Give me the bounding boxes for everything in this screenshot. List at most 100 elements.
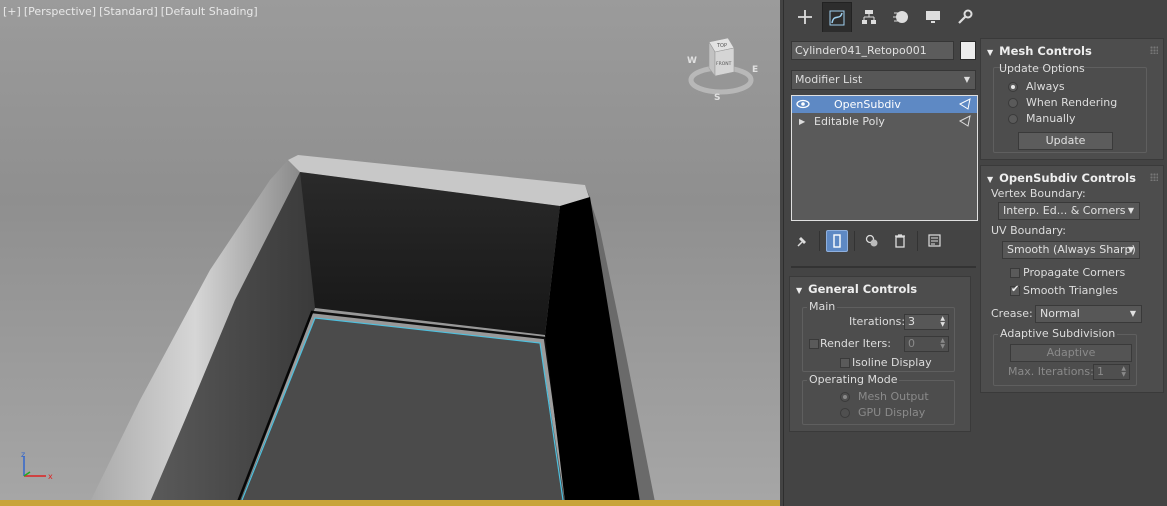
dropdown-arrow-icon: ▼ (1127, 206, 1134, 215)
group-label: Main (807, 300, 838, 313)
always-radio[interactable] (1008, 82, 1018, 92)
isoline-display-label: Isoline Display (852, 356, 932, 369)
command-panel: Cylinder041_Retopo001 Modifier List ▼ Op… (783, 0, 1167, 506)
rollout-header[interactable]: ▼ General Controls (796, 282, 917, 296)
vertex-boundary-value: Interp. Ed... & Corners (1003, 204, 1126, 217)
stack-item-label: Editable Poly (814, 115, 885, 128)
render-iters-value: 0 (908, 337, 915, 350)
axis-z-label: z (21, 452, 25, 459)
tab-motion[interactable] (886, 2, 916, 32)
smooth-triangles-checkbox[interactable] (1010, 284, 1020, 296)
hierarchy-icon (862, 10, 876, 24)
viewport-shading-label[interactable]: [Default Shading] (161, 5, 258, 18)
propagate-corners-checkbox[interactable] (1010, 268, 1020, 278)
modifier-stack[interactable]: OpenSubdiv ▶ Editable Poly (791, 95, 978, 221)
stack-item-editable-poly[interactable]: ▶ Editable Poly (792, 113, 977, 130)
gpu-display-label: GPU Display (858, 406, 926, 419)
smooth-triangles-label: Smooth Triangles (1023, 284, 1118, 297)
spinner-arrows-icon[interactable]: ▲ ▼ (940, 316, 945, 328)
dropdown-arrow-icon: ▼ (1127, 245, 1134, 254)
spinner-arrows-icon[interactable]: ▲ ▼ (1121, 366, 1126, 378)
make-unique-icon (865, 234, 878, 247)
crease-dropdown[interactable]: Normal ▼ (1035, 305, 1142, 323)
update-button[interactable]: Update (1018, 132, 1113, 150)
pushpin-icon (797, 237, 806, 247)
eye-icon[interactable] (796, 97, 810, 111)
make-unique-button[interactable] (861, 230, 883, 252)
configure-sets-button[interactable] (924, 230, 946, 252)
tab-hierarchy[interactable] (854, 2, 884, 32)
uv-boundary-dropdown[interactable]: Smooth (Always Sharp) ▼ (1002, 241, 1140, 259)
wrench-icon (958, 9, 973, 24)
gpu-display-radio[interactable] (840, 408, 850, 418)
vertex-boundary-label: Vertex Boundary: (991, 187, 1086, 200)
rollout-grip-icon[interactable] (1150, 173, 1158, 181)
modifier-list-label: Modifier List (795, 73, 863, 86)
operating-mode-group: Operating Mode Mesh Output GPU Display (802, 373, 955, 425)
command-panel-tabs (784, 0, 1167, 34)
isoline-display-checkbox[interactable] (840, 358, 850, 368)
general-controls-rollout: ▼ General Controls Main Iterations: 3 ▲ ▼ … (789, 276, 971, 432)
iterations-value: 3 (908, 315, 915, 328)
pin-stack-button[interactable] (791, 230, 813, 252)
viewport-menu-plus[interactable]: [+] (3, 5, 21, 18)
when-rendering-radio[interactable] (1008, 98, 1018, 108)
max-iterations-spinner[interactable]: 1 ▲ ▼ (1093, 364, 1130, 380)
manually-radio[interactable] (1008, 114, 1018, 124)
uv-boundary-value: Smooth (Always Sharp) (1007, 243, 1136, 256)
compass-s: S (714, 93, 720, 102)
adaptive-subdivision-group: Adaptive Subdivision Adaptive Max. Itera… (993, 327, 1137, 386)
pin-stack-icon[interactable] (959, 98, 971, 110)
show-end-result-button[interactable] (826, 230, 848, 252)
spinner-arrows-icon[interactable]: ▲ ▼ (940, 338, 945, 350)
pin-stack-icon[interactable] (959, 115, 971, 127)
stack-splitter[interactable] (791, 266, 976, 268)
tab-display[interactable] (918, 2, 948, 32)
iterations-spinner[interactable]: 3 ▲ ▼ (904, 314, 949, 330)
scene-render (90, 155, 655, 502)
viewcube[interactable]: TOP FRONT W E S (684, 32, 758, 102)
rollout-title: OpenSubdiv Controls (999, 171, 1136, 185)
propagate-corners-label: Propagate Corners (1023, 266, 1126, 279)
render-iters-checkbox[interactable] (809, 339, 819, 349)
viewport-view-label[interactable]: [Perspective] (24, 5, 96, 18)
tab-create[interactable] (790, 2, 820, 32)
configure-sets-icon (928, 234, 941, 247)
viewcube-front-label: FRONT (716, 61, 732, 67)
rollout-header[interactable]: ▼ Mesh Controls (987, 44, 1092, 58)
crease-label: Crease: (991, 307, 1033, 320)
vertex-boundary-dropdown[interactable]: Interp. Ed... & Corners ▼ (998, 202, 1140, 220)
when-rendering-label: When Rendering (1026, 96, 1118, 109)
toolbar-separator (854, 231, 855, 251)
mesh-output-radio[interactable] (840, 392, 850, 402)
render-iters-label: Render Iters: (820, 337, 891, 350)
active-viewport-border (0, 500, 780, 506)
dropdown-arrow-icon: ▼ (963, 75, 970, 84)
opensubdiv-controls-rollout: ▼ OpenSubdiv Controls Vertex Boundary: In… (980, 165, 1164, 393)
perspective-viewport[interactable]: [+] [Perspective] [Standard] [Default Shadi… (0, 0, 780, 502)
viewport-label[interactable]: [+] [Perspective] [Standard] [Default Shadi… (3, 5, 261, 18)
group-label: Operating Mode (807, 373, 900, 386)
rollout-header[interactable]: ▼ OpenSubdiv Controls (987, 171, 1136, 185)
tab-utilities[interactable] (950, 2, 980, 32)
remove-modifier-button[interactable] (889, 230, 911, 252)
mesh-controls-rollout: ▼ Mesh Controls Update Options Always Whe… (980, 38, 1164, 160)
stack-toolbar (791, 229, 946, 253)
object-name-field[interactable]: Cylinder041_Retopo001 (791, 41, 954, 60)
motion-icon (893, 11, 908, 23)
iterations-label: Iterations: (849, 315, 906, 328)
adaptive-button[interactable]: Adaptive (1010, 344, 1132, 362)
expand-triangle-icon[interactable]: ▶ (799, 113, 805, 130)
render-iters-spinner[interactable]: 0 ▲ ▼ (904, 336, 949, 352)
plus-icon (798, 10, 812, 24)
modifier-list-dropdown[interactable]: Modifier List ▼ (791, 70, 976, 90)
stack-item-opensubdiv[interactable]: OpenSubdiv (792, 96, 977, 113)
rollout-grip-icon[interactable] (1150, 46, 1158, 54)
tab-modify[interactable] (822, 2, 852, 32)
rollout-title: Mesh Controls (999, 44, 1092, 58)
display-monitor-icon (926, 11, 940, 23)
object-color-swatch[interactable] (960, 41, 976, 60)
viewport-quality-label[interactable]: [Standard] (99, 5, 158, 18)
manually-label: Manually (1026, 112, 1076, 125)
axis-x-label: x (48, 472, 53, 481)
